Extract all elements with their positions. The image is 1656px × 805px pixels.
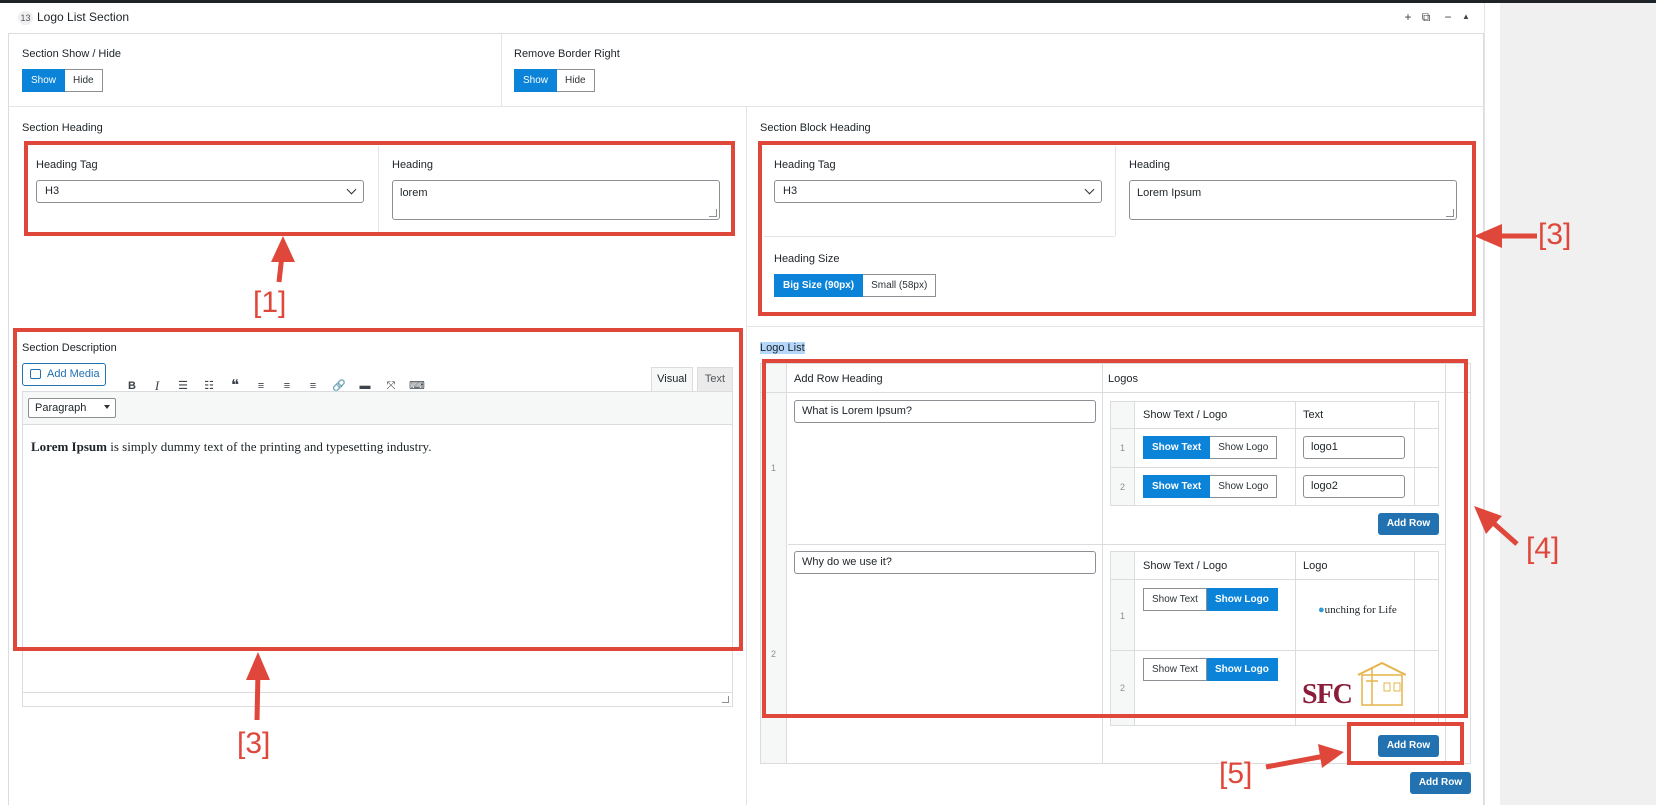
arrow-head [271, 236, 295, 262]
annotation-label-5: [5] [1219, 757, 1253, 790]
annotation-label-1: [1] [253, 286, 287, 319]
arrow-line [1265, 753, 1326, 770]
annotation-label-4: [4] [1526, 532, 1560, 565]
arrow-head [1474, 224, 1502, 248]
annotation-arrows [246, 224, 1537, 770]
arrow-head [246, 652, 270, 680]
annotation-label-3: [3] [1538, 218, 1572, 251]
annotation-label-3-editor: [3] [237, 727, 271, 760]
arrow-head [1318, 744, 1344, 768]
